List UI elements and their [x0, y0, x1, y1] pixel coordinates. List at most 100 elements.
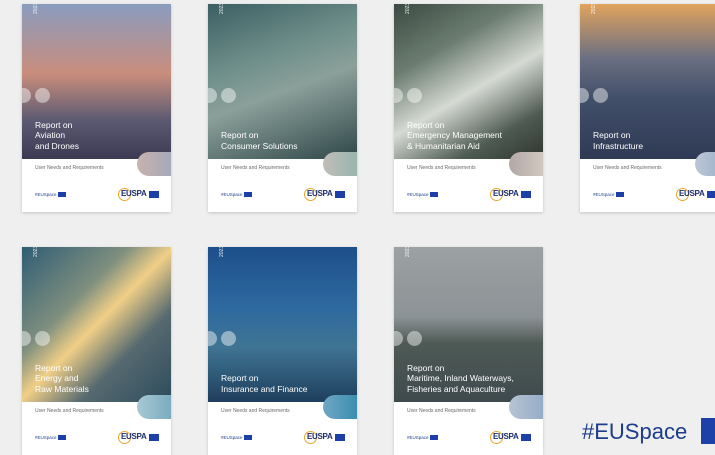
euspa-logo: EUSPA [304, 188, 345, 201]
cover-dot [35, 88, 50, 103]
card-hashtag: #EUSpace [221, 192, 252, 198]
report-cover-image: 2023 Report on Emergency Management & Hum… [394, 4, 543, 159]
report-prefix: Report on [407, 119, 445, 130]
report-cover-image: 2023 Report on Infrastructure [580, 4, 715, 159]
euspa-logo-text: EUSPA [121, 189, 147, 198]
card-hashtag-text: #EUSpace [35, 435, 57, 440]
eu-flag-icon [707, 191, 715, 198]
report-subtitle: User Needs and Requirements [221, 408, 290, 414]
cover-dot [580, 88, 589, 103]
card-hashtag: #EUSpace [35, 435, 66, 441]
report-subtitle: User Needs and Requirements [221, 165, 290, 171]
card-hashtag-text: #EUSpace [593, 192, 615, 197]
card-hashtag: #EUSpace [407, 435, 438, 441]
eu-flag-icon [701, 418, 715, 444]
euspa-logo-text: EUSPA [493, 432, 519, 441]
report-title-line: & Humanitarian Aid [407, 140, 480, 151]
report-card[interactable]: 2023 Report on Consumer Solutions User N… [208, 4, 357, 212]
euspa-logo-text: EUSPA [493, 189, 519, 198]
cover-dot [407, 331, 422, 346]
eu-flag-icon [615, 192, 624, 198]
report-card[interactable]: 2023 Report on Energy and Raw Materials U… [22, 247, 171, 455]
report-year: 2023 [591, 4, 597, 14]
report-title-line: Fisheries and Aquaculture [407, 383, 506, 394]
report-cover-image: 2023 Report on Maritime, Inland Waterway… [394, 247, 543, 402]
eu-flag-icon [149, 191, 159, 198]
eu-flag-icon [335, 434, 345, 441]
eu-flag-icon [57, 435, 66, 441]
report-prefix: Report on [35, 119, 73, 130]
report-title: Report on Insurance and Finance [221, 373, 351, 394]
card-hashtag-text: #EUSpace [35, 192, 57, 197]
report-title-line: and Drones [35, 140, 79, 151]
cover-dots [394, 88, 426, 108]
euspa-logo: EUSPA [676, 188, 715, 201]
report-year: 2023 [219, 247, 225, 257]
cover-dot [208, 331, 217, 346]
euspa-logo-text: EUSPA [679, 189, 705, 198]
cover-dots [22, 331, 54, 351]
eu-flag-icon [335, 191, 345, 198]
report-prefix: Report on [221, 373, 259, 383]
report-card[interactable]: 2023 Report on Infrastructure User Needs… [580, 4, 715, 212]
euspa-logo-text: EUSPA [307, 432, 333, 441]
report-year: 2023 [33, 4, 39, 14]
report-subtitle: User Needs and Requirements [407, 408, 476, 414]
cover-accent-pill [509, 152, 543, 176]
cover-dots [580, 88, 612, 108]
cover-accent-pill [323, 152, 357, 176]
cover-dot [394, 331, 403, 346]
euspa-logo-text: EUSPA [121, 432, 147, 441]
euspa-logo: EUSPA [490, 431, 531, 444]
report-title: Report on Energy and Raw Materials [35, 363, 165, 395]
cover-dot [394, 88, 403, 103]
report-card[interactable]: 2023 Report on Aviation and Drones User N… [22, 4, 171, 212]
report-title-line: Maritime, Inland Waterways, [407, 373, 514, 383]
eu-flag-icon [149, 434, 159, 441]
cover-dot [208, 88, 217, 103]
cover-dot [221, 331, 236, 346]
report-subtitle: User Needs and Requirements [35, 408, 104, 414]
report-subtitle: User Needs and Requirements [35, 165, 104, 171]
report-title: Report on Infrastructure [593, 130, 715, 151]
card-hashtag-text: #EUSpace [221, 435, 243, 440]
report-cover-image: 2023 Report on Energy and Raw Materials [22, 247, 171, 402]
report-card[interactable]: 2023 Report on Insurance and Finance Use… [208, 247, 357, 455]
eu-flag-icon [243, 435, 252, 441]
cover-dot [221, 88, 236, 103]
cover-dots [208, 88, 240, 108]
report-title-line: Consumer Solutions [221, 140, 298, 151]
eu-flag-icon [57, 192, 66, 198]
cover-dots [22, 88, 54, 108]
report-cover-image: 2023 Report on Insurance and Finance [208, 247, 357, 402]
eu-flag-icon [429, 435, 438, 441]
cover-dots [208, 331, 240, 351]
report-year: 2023 [219, 4, 225, 14]
report-card[interactable]: 2023 Report on Maritime, Inland Waterway… [394, 247, 543, 455]
eu-flag-icon [243, 192, 252, 198]
report-title-line: Energy and [35, 373, 79, 383]
report-card[interactable]: 2023 Report on Emergency Management & Hum… [394, 4, 543, 212]
eu-flag-icon [429, 192, 438, 198]
cover-accent-pill [137, 152, 171, 176]
cover-dot [407, 88, 422, 103]
report-title-line: Infrastructure [593, 140, 644, 151]
eu-flag-icon [521, 191, 531, 198]
cover-dot [22, 88, 31, 103]
cover-accent-pill [509, 395, 543, 419]
report-title-line: Aviation [35, 130, 66, 140]
cover-dot [22, 331, 31, 346]
euspace-hashtag: #EUSpace [582, 419, 688, 444]
euspa-logo: EUSPA [118, 431, 159, 444]
cover-dots [394, 331, 426, 351]
euspa-logo: EUSPA [490, 188, 531, 201]
report-subtitle: User Needs and Requirements [593, 165, 662, 171]
euspa-logo-text: EUSPA [307, 189, 333, 198]
card-hashtag: #EUSpace [221, 435, 252, 441]
cover-accent-pill [137, 395, 171, 419]
report-prefix: Report on [593, 130, 631, 140]
cover-dot [593, 88, 608, 103]
report-year: 2023 [33, 247, 39, 257]
report-title: Report on Emergency Management & Humanita… [407, 120, 537, 152]
report-year: 2023 [405, 247, 411, 257]
